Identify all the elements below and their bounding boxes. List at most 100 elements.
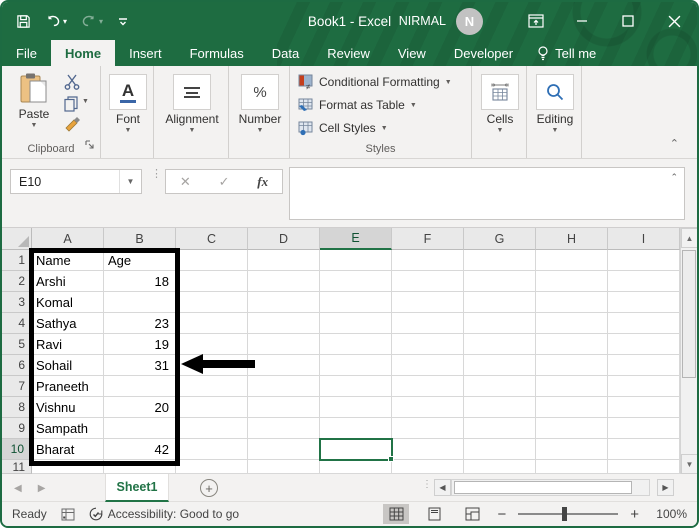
cell-I1[interactable] <box>608 250 680 271</box>
cell-E4[interactable] <box>320 313 392 334</box>
undo-button[interactable]: ▾ <box>45 14 67 28</box>
cell-F4[interactable] <box>392 313 464 334</box>
formula-input[interactable]: ⌃ <box>289 167 685 220</box>
customize-qat-icon[interactable] <box>117 15 129 27</box>
font-button[interactable]: A Font ▼ <box>108 74 148 134</box>
cell-G4[interactable] <box>464 313 536 334</box>
cell-B4[interactable]: 23 <box>104 313 176 334</box>
next-sheet-icon[interactable]: ▶ <box>38 483 46 494</box>
scroll-up-icon[interactable]: ▲ <box>681 228 697 248</box>
cell-A6[interactable]: Sohail <box>32 355 104 376</box>
column-header-G[interactable]: G <box>464 228 536 250</box>
cell-I11[interactable] <box>608 460 680 474</box>
cell-E5[interactable] <box>320 334 392 355</box>
editing-button[interactable]: Editing ▼ <box>535 74 575 134</box>
cell-D2[interactable] <box>248 271 320 292</box>
cell-C7[interactable] <box>176 376 248 397</box>
zoom-slider-handle[interactable] <box>562 507 567 521</box>
tab-data[interactable]: Data <box>258 40 313 66</box>
cell-E3[interactable] <box>320 292 392 313</box>
cell-C1[interactable] <box>176 250 248 271</box>
cell-H9[interactable] <box>536 418 608 439</box>
previous-sheet-icon[interactable]: ◀ <box>14 483 22 494</box>
tab-developer[interactable]: Developer <box>440 40 527 66</box>
cells-dropdown-icon[interactable]: ▼ <box>497 127 504 134</box>
cell-B2[interactable]: 18 <box>104 271 176 292</box>
cell-F3[interactable] <box>392 292 464 313</box>
cancel-entry-icon[interactable]: ✕ <box>180 174 191 190</box>
cell-D3[interactable] <box>248 292 320 313</box>
cell-I8[interactable] <box>608 397 680 418</box>
column-header-F[interactable]: F <box>392 228 464 250</box>
cell-E6[interactable] <box>320 355 392 376</box>
cell-A3[interactable]: Komal <box>32 292 104 313</box>
tab-insert[interactable]: Insert <box>115 40 176 66</box>
cell-F9[interactable] <box>392 418 464 439</box>
cell-C10[interactable] <box>176 439 248 460</box>
row-header-10[interactable]: 10 <box>2 439 32 460</box>
cell-D7[interactable] <box>248 376 320 397</box>
normal-view-button[interactable] <box>383 504 409 524</box>
cell-D10[interactable] <box>248 439 320 460</box>
select-all-button[interactable] <box>2 228 32 250</box>
cell-F1[interactable] <box>392 250 464 271</box>
row-header-8[interactable]: 8 <box>2 397 32 418</box>
cell-E7[interactable] <box>320 376 392 397</box>
cell-G10[interactable] <box>464 439 536 460</box>
scroll-left-icon[interactable]: ◀ <box>434 479 451 496</box>
cell-B11[interactable] <box>104 460 176 474</box>
insert-function-icon[interactable]: fx <box>257 174 268 190</box>
cell-B10[interactable]: 42 <box>104 439 176 460</box>
cell-A11[interactable] <box>32 460 104 474</box>
format-as-table-button[interactable]: Format as Table ▼ <box>298 97 417 113</box>
cell-F8[interactable] <box>392 397 464 418</box>
column-header-I[interactable]: I <box>608 228 680 250</box>
maximize-button[interactable] <box>605 2 651 40</box>
cell-G7[interactable] <box>464 376 536 397</box>
cell-I2[interactable] <box>608 271 680 292</box>
cell-G8[interactable] <box>464 397 536 418</box>
close-button[interactable] <box>651 2 697 40</box>
font-dropdown-icon[interactable]: ▼ <box>125 127 132 134</box>
cell-I6[interactable] <box>608 355 680 376</box>
clipboard-dialog-launcher-icon[interactable] <box>85 137 95 155</box>
cell-A8[interactable]: Vishnu <box>32 397 104 418</box>
cell-E11[interactable] <box>320 460 392 474</box>
cell-A4[interactable]: Sathya <box>32 313 104 334</box>
cell-D1[interactable] <box>248 250 320 271</box>
cell-G2[interactable] <box>464 271 536 292</box>
zoom-slider[interactable] <box>518 513 618 515</box>
cell-B6[interactable]: 31 <box>104 355 176 376</box>
cell-C9[interactable] <box>176 418 248 439</box>
cell-D5[interactable] <box>248 334 320 355</box>
cell-H8[interactable] <box>536 397 608 418</box>
selected-cell-E10[interactable] <box>319 438 393 461</box>
cell-E9[interactable] <box>320 418 392 439</box>
cell-F6[interactable] <box>392 355 464 376</box>
conditional-formatting-button[interactable]: ≠ Conditional Formatting ▼ <box>298 74 452 90</box>
cell-A10[interactable]: Bharat <box>32 439 104 460</box>
column-header-A[interactable]: A <box>32 228 104 250</box>
horizontal-scroll-thumb[interactable] <box>454 481 632 494</box>
cell-F7[interactable] <box>392 376 464 397</box>
cell-F11[interactable] <box>392 460 464 474</box>
cell-A7[interactable]: Praneeth <box>32 376 104 397</box>
formula-bar-expand-icon[interactable]: ⌃ <box>670 172 678 183</box>
alignment-button[interactable]: Alignment ▼ <box>172 74 212 134</box>
tab-home[interactable]: Home <box>51 40 115 66</box>
cell-H7[interactable] <box>536 376 608 397</box>
cell-G5[interactable] <box>464 334 536 355</box>
cell-C2[interactable] <box>176 271 248 292</box>
cell-D6[interactable] <box>248 355 320 376</box>
cell-E2[interactable] <box>320 271 392 292</box>
redo-dropdown-icon[interactable]: ▾ <box>99 17 103 26</box>
cell-I10[interactable] <box>608 439 680 460</box>
cell-B3[interactable] <box>104 292 176 313</box>
row-header-2[interactable]: 2 <box>2 271 32 292</box>
cell-D4[interactable] <box>248 313 320 334</box>
number-button[interactable]: % Number ▼ <box>240 74 280 134</box>
cell-H4[interactable] <box>536 313 608 334</box>
cell-H6[interactable] <box>536 355 608 376</box>
cell-C4[interactable] <box>176 313 248 334</box>
cell-G3[interactable] <box>464 292 536 313</box>
